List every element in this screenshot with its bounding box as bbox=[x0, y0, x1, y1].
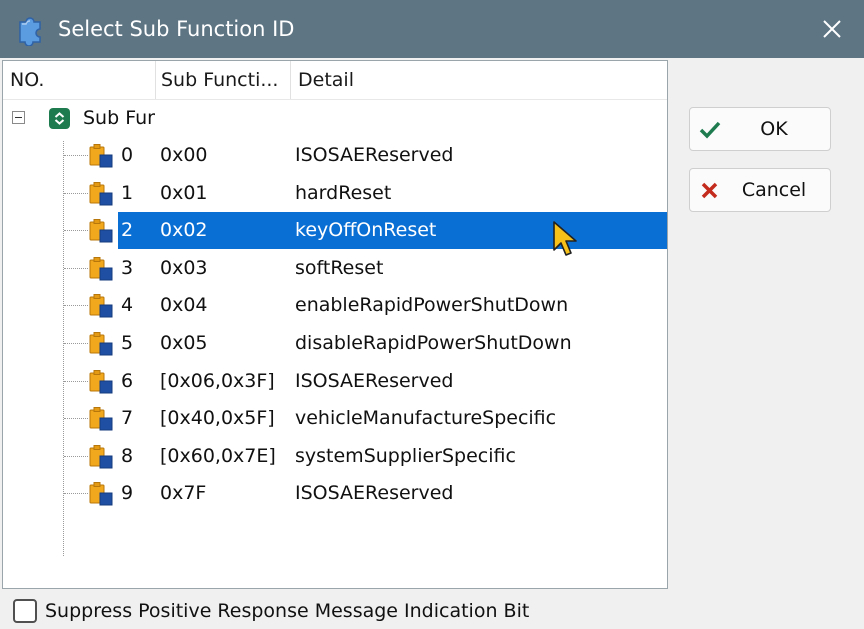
tree-branch-line bbox=[64, 418, 88, 420]
row-sub-function: [0x40,0x5F] bbox=[160, 407, 275, 430]
row-detail: ISOSAEReserved bbox=[295, 144, 454, 166]
suppress-positive-response-checkbox[interactable] bbox=[13, 599, 37, 623]
column-header-sub-function[interactable]: Sub Functi... bbox=[161, 61, 278, 99]
row-no: 9 bbox=[121, 482, 134, 505]
ok-button[interactable]: OK bbox=[689, 107, 831, 151]
row-no: 0 bbox=[121, 144, 134, 166]
ok-button-label: OK bbox=[760, 118, 788, 140]
column-header: NO. Sub Functi... Detail bbox=[3, 61, 667, 100]
close-button[interactable] bbox=[808, 7, 856, 51]
tree-branch-line bbox=[64, 455, 88, 457]
tree-branch-line bbox=[64, 493, 88, 495]
row-sub-function: 0x02 bbox=[160, 219, 208, 242]
column-header-detail[interactable]: Detail bbox=[298, 61, 354, 99]
row-no: 4 bbox=[121, 294, 134, 317]
tree-branch-line bbox=[64, 192, 88, 194]
row-sub-function: 0x7F bbox=[160, 482, 207, 505]
tree-row[interactable]: 0 0x00 ISOSAEReserved bbox=[3, 137, 667, 174]
puzzle-piece-icon bbox=[19, 17, 41, 46]
row-sub-function: 0x04 bbox=[160, 294, 208, 317]
folder-document-icon bbox=[88, 481, 114, 507]
row-no: 6 bbox=[121, 369, 134, 392]
tree-root-label: Sub Function bbox=[83, 107, 155, 129]
row-detail: hardReset bbox=[295, 181, 392, 204]
column-divider[interactable] bbox=[155, 61, 156, 99]
tree-branch-line bbox=[64, 230, 88, 232]
tree-row[interactable]: 1 0x01 hardReset bbox=[3, 175, 667, 212]
tree-row[interactable]: 8 [0x60,0x7E] systemSupplierSpecific bbox=[3, 438, 667, 475]
row-sub-function: 0x00 bbox=[160, 144, 208, 166]
row-no: 3 bbox=[121, 256, 134, 279]
row-sub-function: [0x06,0x3F] bbox=[160, 369, 275, 392]
close-icon bbox=[823, 20, 841, 38]
row-sub-function: 0x05 bbox=[160, 332, 208, 354]
collapse-expand-icon bbox=[49, 108, 70, 129]
mouse-pointer-icon bbox=[553, 221, 577, 256]
tree-branch-line bbox=[64, 305, 88, 307]
tree-row[interactable]: 7 [0x40,0x5F] vehicleManufactureSpecific bbox=[3, 400, 667, 437]
row-detail: disableRapidPowerShutDown bbox=[295, 332, 572, 354]
suppress-positive-response-label[interactable]: Suppress Positive Response Message Indic… bbox=[45, 598, 529, 624]
column-divider[interactable] bbox=[290, 61, 291, 99]
window-title: Select Sub Function ID bbox=[58, 17, 295, 41]
row-no: 1 bbox=[121, 181, 134, 204]
folder-document-icon bbox=[88, 293, 114, 319]
folder-document-icon bbox=[88, 331, 114, 357]
row-detail: ISOSAEReserved bbox=[295, 369, 454, 392]
tree-row[interactable]: 9 0x7F ISOSAEReserved bbox=[3, 475, 667, 512]
row-sub-function: 0x01 bbox=[160, 181, 208, 204]
tree-branch-line bbox=[64, 343, 88, 344]
collapse-toggle[interactable] bbox=[12, 111, 25, 124]
tree-branch-line bbox=[64, 380, 88, 382]
cancel-button[interactable]: Cancel bbox=[689, 168, 831, 212]
row-detail: softReset bbox=[295, 256, 384, 279]
folder-document-icon bbox=[88, 143, 114, 169]
folder-document-icon bbox=[88, 369, 114, 395]
tree-row[interactable]: 6 [0x06,0x3F] ISOSAEReserved bbox=[3, 363, 667, 400]
row-detail: keyOffOnReset bbox=[295, 219, 437, 242]
folder-document-icon bbox=[88, 218, 114, 244]
row-no: 2 bbox=[121, 219, 134, 242]
row-no: 5 bbox=[121, 332, 134, 354]
row-no: 8 bbox=[121, 444, 134, 467]
column-header-no[interactable]: NO. bbox=[10, 61, 44, 99]
row-sub-function: [0x60,0x7E] bbox=[160, 444, 276, 467]
folder-document-icon bbox=[88, 406, 114, 432]
row-detail: systemSupplierSpecific bbox=[295, 444, 516, 467]
row-detail: ISOSAEReserved bbox=[295, 482, 454, 505]
tree-branch-line bbox=[64, 155, 88, 156]
row-detail: vehicleManufactureSpecific bbox=[295, 407, 557, 430]
folder-document-icon bbox=[88, 181, 114, 207]
folder-document-icon bbox=[88, 444, 114, 470]
cancel-button-label: Cancel bbox=[741, 179, 807, 201]
tree-row[interactable]: 4 0x04 enableRapidPowerShutDown bbox=[3, 287, 667, 324]
tree-branch-line bbox=[64, 267, 88, 269]
folder-document-icon bbox=[88, 256, 114, 282]
footer: Suppress Positive Response Message Indic… bbox=[0, 590, 864, 629]
row-no: 7 bbox=[121, 407, 134, 430]
tree-root-node[interactable]: Sub Function bbox=[3, 99, 667, 137]
row-sub-function: 0x03 bbox=[160, 256, 208, 279]
title-bar: Select Sub Function ID bbox=[0, 0, 864, 58]
tree-row[interactable]: 5 0x05 disableRapidPowerShutDown bbox=[3, 325, 667, 362]
sub-function-tree[interactable]: NO. Sub Functi... Detail Sub Function 00… bbox=[2, 60, 668, 589]
row-detail: enableRapidPowerShutDown bbox=[295, 294, 569, 317]
